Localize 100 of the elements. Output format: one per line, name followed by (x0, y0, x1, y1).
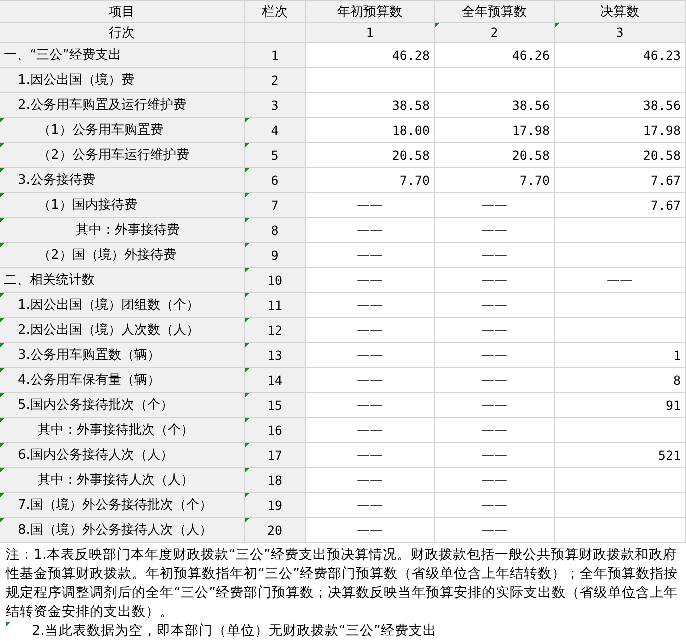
flag-icon (0, 143, 5, 148)
flag-icon (0, 218, 5, 223)
flag-icon (435, 23, 440, 28)
table-cell: 17.98 (435, 117, 555, 142)
table-cell: 1 (306, 22, 435, 42)
row-number: 8 (245, 217, 306, 242)
table-cell: —— (435, 467, 555, 492)
row-label: 2.公务用车购置及运行维护费 (0, 92, 245, 117)
flag-icon (0, 168, 5, 173)
table-cell: —— (435, 417, 555, 442)
row-label: 1.因公出国（境）团组数（个） (0, 292, 245, 317)
flag-icon (0, 118, 5, 123)
flag-icon (0, 518, 5, 523)
column-header: 栏次 (245, 0, 306, 22)
table-cell: 20.58 (306, 142, 435, 167)
table-cell: —— (306, 367, 435, 392)
table-cell: —— (435, 217, 555, 242)
flag-icon (245, 143, 250, 148)
table-cell: —— (306, 492, 435, 517)
row-number: 17 (245, 442, 306, 467)
table-cell: —— (306, 317, 435, 342)
flag-icon (245, 418, 250, 423)
footnote: 2.当此表数据为空，即本部门（单位）无财政拨款“三公”经费支出 (6, 622, 684, 641)
table-cell: 行次 (0, 22, 245, 42)
table-cell: —— (435, 442, 555, 467)
row-label: 8.国（境）外公务接待人次（人） (0, 517, 245, 542)
row-number: 15 (245, 392, 306, 417)
table-cell: —— (435, 242, 555, 267)
table-cell: 7.70 (306, 167, 435, 192)
row-label: 其中：外事接待费 (0, 217, 245, 242)
table-cell: —— (306, 417, 435, 442)
row-number: 10 (245, 267, 306, 292)
row-label: 7.国（境）外公务接待批次（个） (0, 492, 245, 517)
table-cell: —— (306, 242, 435, 267)
row-number: 1 (245, 42, 306, 67)
flag-icon (0, 368, 5, 373)
table-cell: 38.56 (435, 92, 555, 117)
table-cell: —— (435, 392, 555, 417)
table-cell: —— (306, 342, 435, 367)
table-cell: —— (306, 292, 435, 317)
flag-icon (245, 268, 250, 273)
flag-icon (0, 293, 5, 298)
flag-icon (0, 418, 5, 423)
flag-icon (0, 393, 5, 398)
row-label: 2.因公出国（境）人次数（人） (0, 317, 245, 342)
row-number: 18 (245, 467, 306, 492)
row-number: 9 (245, 242, 306, 267)
table-cell: 18.00 (306, 117, 435, 142)
row-label: （1）公务用车购置费 (0, 117, 245, 142)
row-label: 6.国内公务接待人次（人） (0, 442, 245, 467)
row-number: 13 (245, 342, 306, 367)
column-header: 全年预算数 (435, 0, 555, 22)
flag-icon (245, 243, 250, 248)
table-cell: —— (435, 492, 555, 517)
flag-icon (0, 318, 5, 323)
column-header: 决算数 (555, 0, 686, 22)
row-label: 其中：外事接待人次（人） (0, 467, 245, 492)
table-cell: 20.58 (555, 142, 686, 167)
table-cell: —— (306, 192, 435, 217)
row-label: 5.国内公务接待批次（个） (0, 392, 245, 417)
flag-icon (245, 343, 250, 348)
table-cell: 20.58 (435, 142, 555, 167)
table-cell: —— (435, 267, 555, 292)
table-cell: 38.58 (306, 92, 435, 117)
column-header: 年初预算数 (306, 0, 435, 22)
table-cell: 46.28 (306, 42, 435, 67)
row-number: 4 (245, 117, 306, 142)
flag-icon (0, 468, 5, 473)
row-label: （1）国内接待费 (0, 192, 245, 217)
table-cell: 1 (555, 342, 686, 367)
row-label: （2）公务用车运行维护费 (0, 142, 245, 167)
flag-icon (0, 493, 5, 498)
table-cell: —— (435, 292, 555, 317)
flag-icon (245, 518, 250, 523)
flag-icon (0, 343, 5, 348)
row-number: 19 (245, 492, 306, 517)
flag-icon (245, 468, 250, 473)
table-cell: —— (306, 217, 435, 242)
row-label: 一、“三公”经费支出 (0, 42, 245, 67)
table-cell: 2 (435, 22, 555, 42)
row-number: 11 (245, 292, 306, 317)
table-cell: 8 (555, 367, 686, 392)
flag-icon (245, 118, 250, 123)
table-cell: —— (555, 267, 686, 292)
flag-icon (245, 193, 250, 198)
row-number: 6 (245, 167, 306, 192)
flag-icon (0, 193, 5, 198)
table-cell: 7.67 (555, 192, 686, 217)
row-number: 16 (245, 417, 306, 442)
table-cell: 521 (555, 442, 686, 467)
row-label: 其中：外事接待批次（个） (0, 417, 245, 442)
flag-icon (245, 318, 250, 323)
table-cell: —— (435, 517, 555, 542)
row-label: 二、相关统计数 (0, 267, 245, 292)
table-cell: 7.67 (555, 167, 686, 192)
row-label: （2）国（境）外接待费 (0, 242, 245, 267)
flag-icon (245, 218, 250, 223)
flag-icon (0, 443, 5, 448)
table-cell: 38.56 (555, 92, 686, 117)
row-number: 7 (245, 192, 306, 217)
